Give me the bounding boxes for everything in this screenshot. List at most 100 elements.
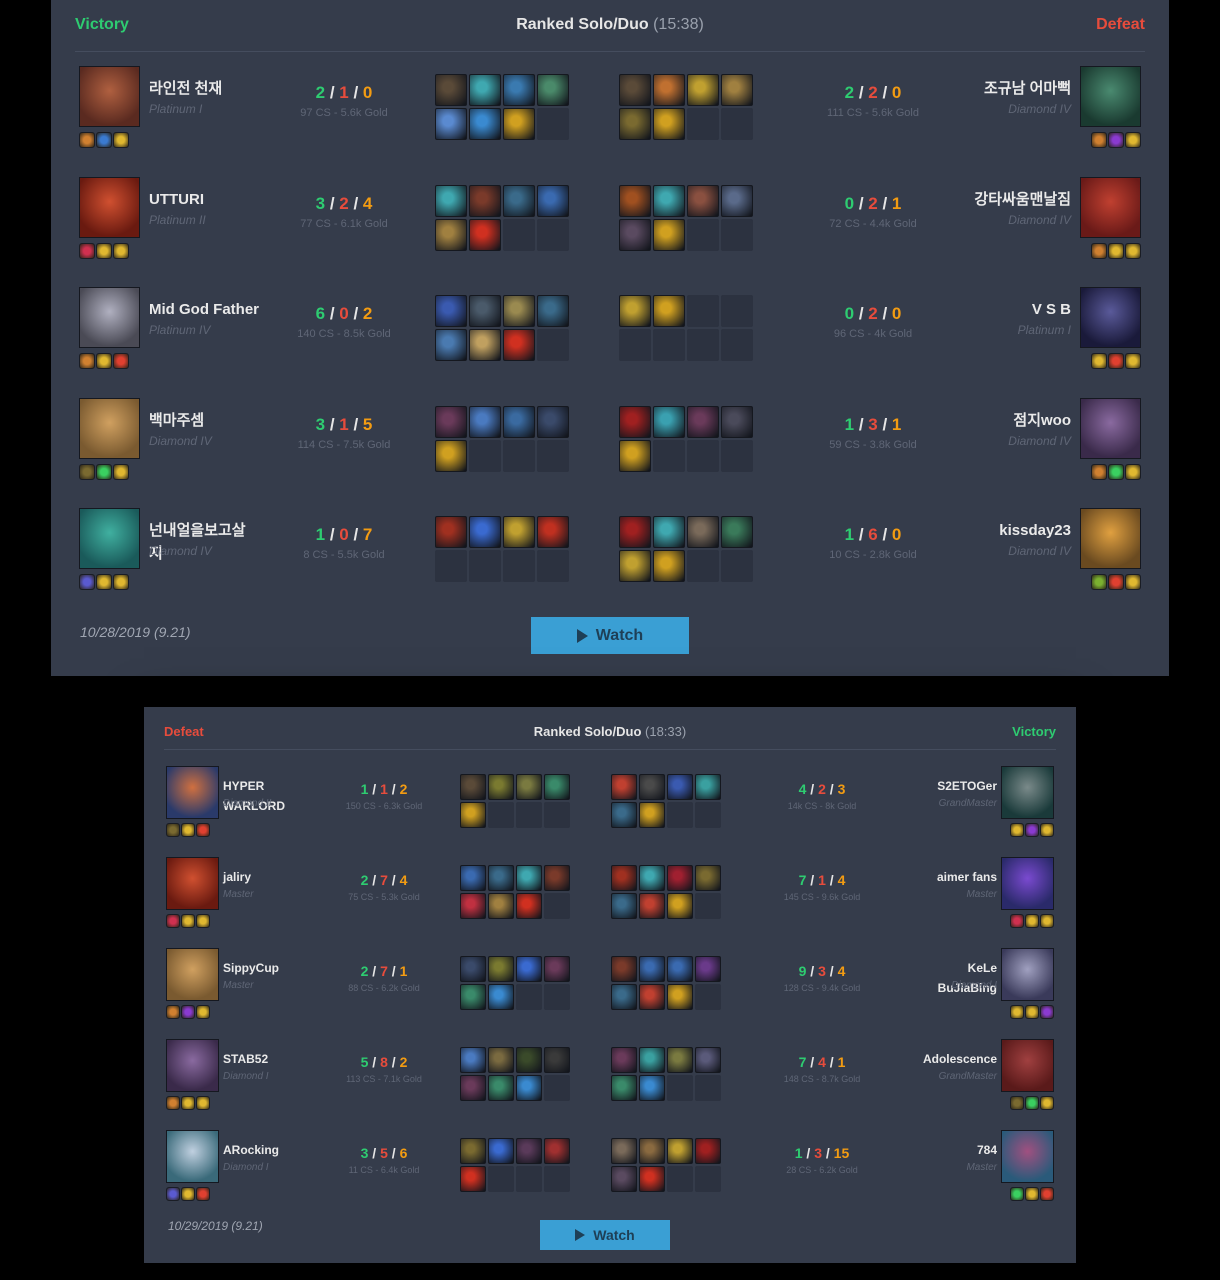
item-icon[interactable] [695,774,721,800]
item-icon[interactable] [503,405,535,438]
champion-avatar[interactable] [1080,397,1141,459]
item-icon[interactable] [721,184,753,217]
item-icon[interactable] [460,1138,486,1164]
player-name[interactable]: Mid God Father [149,298,259,321]
player-name[interactable]: 백마주셈 [149,409,259,432]
champion-avatar[interactable] [79,176,140,238]
item-icon[interactable] [619,184,651,217]
player-name[interactable]: jaliry [223,867,313,887]
item-icon[interactable] [460,1047,486,1073]
champion-avatar[interactable] [1080,176,1141,238]
item-icon[interactable] [653,550,685,582]
item-icon[interactable] [469,329,501,361]
champion-avatar[interactable] [166,1039,219,1092]
champion-avatar[interactable] [1001,857,1054,910]
item-icon[interactable] [435,74,467,106]
item-icon[interactable] [460,1166,486,1192]
item-icon[interactable] [611,984,637,1010]
item-icon[interactable] [667,956,693,982]
item-icon[interactable] [488,1138,514,1164]
item-icon[interactable] [503,295,535,327]
item-icon[interactable] [469,218,501,251]
item-icon[interactable] [435,108,467,140]
player-name[interactable]: HYPER WARLORD [223,776,313,816]
item-icon[interactable] [667,1138,693,1164]
item-icon[interactable] [435,329,467,361]
item-icon[interactable] [619,550,651,582]
item-icon[interactable] [460,956,486,982]
player-name[interactable]: 넌내얼을보고살지 [149,519,259,565]
player-name[interactable]: ARocking [223,1140,313,1160]
item-icon[interactable] [503,108,535,140]
item-icon[interactable] [667,893,693,919]
item-icon[interactable] [611,1138,637,1164]
item-icon[interactable] [639,865,665,891]
item-icon[interactable] [488,956,514,982]
item-icon[interactable] [619,108,651,140]
item-icon[interactable] [469,516,501,548]
champion-avatar[interactable] [79,508,140,569]
item-icon[interactable] [460,802,486,828]
player-name[interactable]: V S B [961,298,1071,321]
item-icon[interactable] [544,956,570,982]
item-icon[interactable] [460,865,486,891]
item-icon[interactable] [653,405,685,438]
item-icon[interactable] [537,405,569,438]
item-icon[interactable] [653,516,685,548]
item-icon[interactable] [639,1166,665,1192]
item-icon[interactable] [695,1047,721,1073]
item-icon[interactable] [435,439,467,472]
item-icon[interactable] [687,405,719,438]
item-icon[interactable] [695,1138,721,1164]
item-icon[interactable] [488,1047,514,1073]
player-name[interactable]: 라인전 천재 [149,77,259,100]
item-icon[interactable] [544,1138,570,1164]
item-icon[interactable] [537,295,569,327]
champion-avatar[interactable] [1001,766,1054,819]
item-icon[interactable] [469,74,501,106]
item-icon[interactable] [537,516,569,548]
champion-avatar[interactable] [79,287,140,348]
item-icon[interactable] [516,865,542,891]
item-icon[interactable] [653,218,685,251]
item-icon[interactable] [687,516,719,548]
champion-avatar[interactable] [166,1130,219,1183]
item-icon[interactable] [611,774,637,800]
item-icon[interactable] [619,295,651,327]
champion-avatar[interactable] [1080,508,1141,569]
item-icon[interactable] [667,984,693,1010]
player-name[interactable]: 784 [907,1140,997,1160]
item-icon[interactable] [653,74,685,106]
item-icon[interactable] [516,956,542,982]
item-icon[interactable] [544,865,570,891]
item-icon[interactable] [488,774,514,800]
item-icon[interactable] [537,184,569,217]
item-icon[interactable] [503,329,535,361]
item-icon[interactable] [619,218,651,251]
player-name[interactable]: 강타싸움맨날짐 [961,188,1071,211]
item-icon[interactable] [721,516,753,548]
item-icon[interactable] [435,184,467,217]
item-icon[interactable] [469,405,501,438]
item-icon[interactable] [460,1075,486,1101]
item-icon[interactable] [488,1075,514,1101]
item-icon[interactable] [503,74,535,106]
champion-avatar[interactable] [1001,948,1054,1001]
item-icon[interactable] [611,1166,637,1192]
item-icon[interactable] [611,1075,637,1101]
item-icon[interactable] [503,184,535,217]
item-icon[interactable] [435,405,467,438]
item-icon[interactable] [687,74,719,106]
watch-button[interactable]: Watch [531,617,689,654]
item-icon[interactable] [488,984,514,1010]
item-icon[interactable] [435,295,467,327]
player-name[interactable]: KeLe BuJiaBing [907,958,997,998]
item-icon[interactable] [516,1138,542,1164]
player-name[interactable]: aimer fans [907,867,997,887]
item-icon[interactable] [667,865,693,891]
item-icon[interactable] [611,893,637,919]
item-icon[interactable] [619,516,651,548]
player-name[interactable]: SippyCup [223,958,313,978]
item-icon[interactable] [639,956,665,982]
item-icon[interactable] [544,774,570,800]
